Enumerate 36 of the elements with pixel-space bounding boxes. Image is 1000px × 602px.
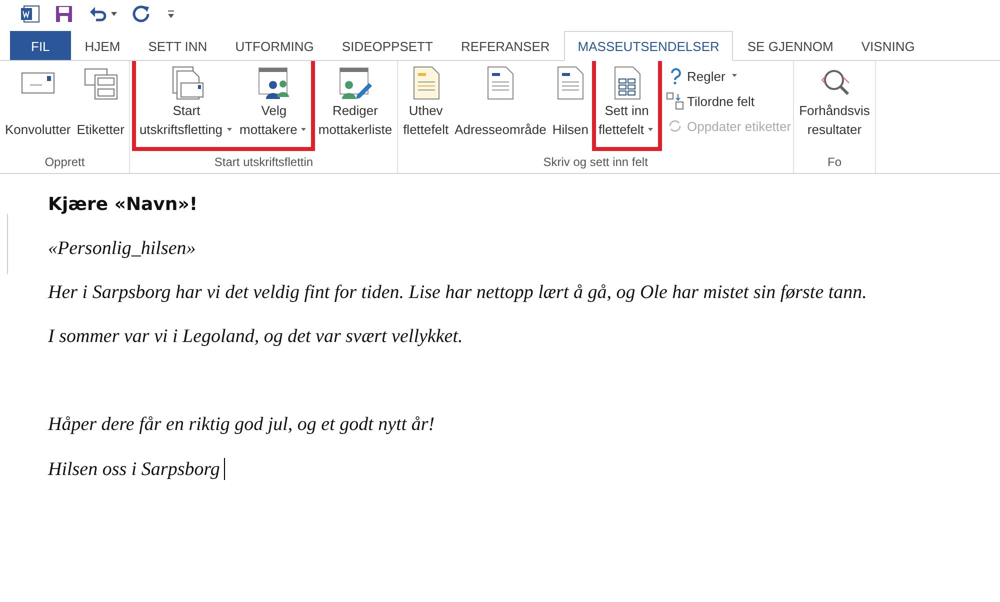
- caret-icon[interactable]: [110, 10, 118, 18]
- ribbon-button[interactable]: Rediger mottakerliste: [315, 65, 396, 139]
- group-label: Skriv og sett inn felt: [542, 155, 649, 171]
- ribbon-button[interactable]: Uthev flettefelt: [400, 65, 452, 139]
- ribbon-button[interactable]: Tilordne felt: [666, 90, 792, 112]
- caret-icon[interactable]: [224, 126, 234, 134]
- ribbon-button[interactable]: Velg mottakere: [236, 65, 312, 147]
- group-label: Start utskriftsflettin: [213, 155, 314, 171]
- letter-paragraph: I sommer var vi i Legoland, og det var svært vellykket.: [48, 326, 464, 349]
- letter-paragraph: Håper dere får en riktig god jul, og et godt nytt år!: [48, 414, 436, 437]
- ribbon-button[interactable]: Forhåndsvis resultater: [796, 65, 873, 139]
- redo-icon[interactable]: [132, 4, 152, 24]
- caret-icon[interactable]: [646, 126, 656, 134]
- letter-heading: Kjære «Navn»!: [48, 194, 199, 217]
- ribbon-button[interactable]: Start utskriftsfletting: [136, 65, 237, 147]
- ribbon-button[interactable]: Regler: [666, 65, 792, 87]
- ribbon-button[interactable]: Hilsen: [549, 65, 592, 139]
- people-calendar-icon: [256, 65, 292, 101]
- ribbon-button[interactable]: Adresseområde: [452, 65, 550, 139]
- letter-paragraph: Her i Sarpsborg har vi det veldig fint for tiden. Lise har nettopp lært å gå, og Ole har mistet sin første tann.: [48, 282, 867, 305]
- ribbon-button[interactable]: Etiketter: [74, 65, 128, 139]
- ribbon-tab[interactable]: MASSEUTSENDELSER: [564, 31, 734, 61]
- text-cursor: [224, 458, 225, 480]
- file-tab[interactable]: FIL: [10, 31, 71, 60]
- arrow-boxes-icon: [666, 92, 684, 110]
- save-icon[interactable]: [54, 4, 74, 24]
- caret-icon[interactable]: [299, 126, 308, 134]
- word-logo-icon[interactable]: [20, 4, 40, 24]
- letter-paragraph: «Personlig_hilsen»: [48, 238, 197, 261]
- edit-people-icon: [337, 65, 374, 101]
- customize-caret-icon[interactable]: [166, 8, 176, 20]
- group-label: Fo: [826, 155, 842, 171]
- group-label: Opprett: [44, 155, 86, 171]
- letter-paragraph: Hilsen oss i Sarpsborg: [48, 459, 220, 480]
- ribbon-button[interactable]: Konvolutter: [2, 65, 74, 139]
- ribbon-button[interactable]: Sett inn flettefelt: [596, 65, 658, 147]
